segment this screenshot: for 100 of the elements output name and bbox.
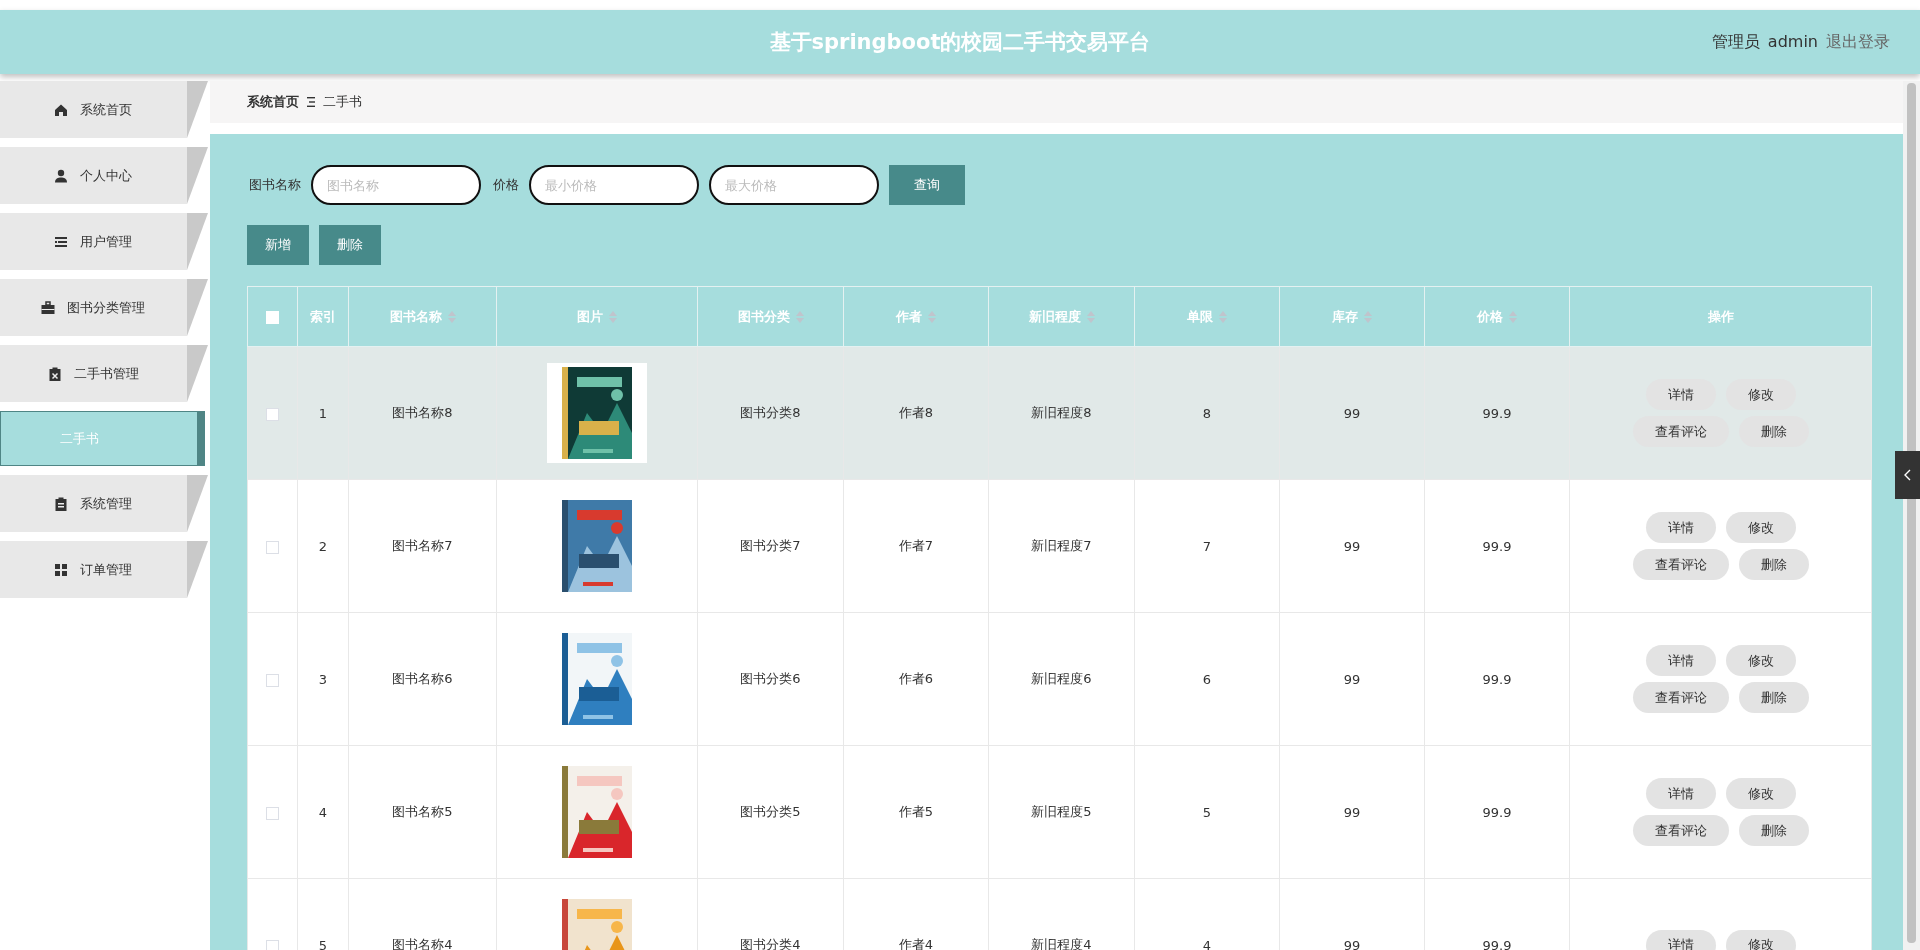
table-cell: 4 bbox=[1202, 937, 1212, 950]
sidebar-item[interactable]: 系统首页 bbox=[0, 81, 208, 138]
action-button[interactable]: 删除 bbox=[319, 225, 381, 265]
search-button[interactable]: 查询 bbox=[889, 165, 965, 205]
checkbox[interactable] bbox=[266, 939, 279, 950]
row-action-button[interactable]: 查看评论 bbox=[1632, 815, 1729, 846]
row-action-button[interactable]: 详情 bbox=[1645, 929, 1716, 950]
logout-link[interactable]: 退出登录 bbox=[1826, 10, 1890, 74]
table-cell: 99.9 bbox=[1482, 937, 1512, 950]
table-cell: 图书分类7 bbox=[740, 538, 801, 553]
site-title: 基于springboot的校园二手书交易平台 bbox=[769, 30, 1151, 54]
sort-icon[interactable] bbox=[447, 310, 456, 323]
table-cell: 图书名称5 bbox=[392, 804, 453, 819]
row-action-button[interactable]: 查看评论 bbox=[1632, 549, 1729, 580]
row-action-button[interactable]: 详情 bbox=[1645, 512, 1716, 543]
row-action-button[interactable]: 详情 bbox=[1645, 778, 1716, 809]
side-toggle-button[interactable] bbox=[1895, 451, 1920, 499]
table-cell: 作者5 bbox=[898, 804, 934, 819]
search-field[interactable]: 图书名称 bbox=[311, 165, 481, 205]
sort-icon[interactable] bbox=[1509, 310, 1517, 323]
clipboard-x-icon bbox=[47, 366, 62, 381]
scrollbar[interactable] bbox=[1903, 81, 1920, 950]
table-cell: 新旧程度6 bbox=[1031, 671, 1092, 686]
table-cell: 8 bbox=[1202, 405, 1212, 421]
table-cell: 7 bbox=[1202, 538, 1212, 554]
table-cell: 新旧程度5 bbox=[1031, 804, 1092, 819]
row-action-button[interactable]: 查看评论 bbox=[1632, 416, 1729, 447]
sort-icon[interactable] bbox=[1219, 310, 1227, 323]
separator-icon bbox=[307, 97, 315, 107]
table-cell: 新旧程度8 bbox=[1031, 405, 1092, 420]
sort-icon[interactable] bbox=[928, 310, 936, 323]
table-cell: 99.9 bbox=[1482, 405, 1512, 421]
table-cell: 5 bbox=[318, 937, 328, 950]
column-header: 操作 bbox=[1707, 307, 1734, 326]
table-cell: 作者4 bbox=[898, 937, 934, 950]
user-icon bbox=[54, 168, 68, 183]
row-action-button[interactable]: 修改 bbox=[1725, 645, 1796, 676]
row-action-button[interactable]: 修改 bbox=[1725, 512, 1796, 543]
checkbox[interactable] bbox=[266, 407, 279, 421]
sort-icon[interactable] bbox=[1364, 310, 1372, 323]
sidebar-item[interactable]: 图书分类管理 bbox=[0, 279, 208, 336]
table-cell: 作者8 bbox=[898, 405, 934, 420]
table-cell: 图书分类5 bbox=[740, 804, 801, 819]
row-action-button[interactable]: 详情 bbox=[1645, 379, 1716, 410]
table-cell: 99 bbox=[1343, 937, 1361, 950]
user-name: admin bbox=[1767, 31, 1818, 53]
row-action-button[interactable]: 删除 bbox=[1738, 815, 1809, 846]
table-cell: 图书分类8 bbox=[740, 405, 801, 420]
table-cell: 图书分类6 bbox=[740, 671, 801, 686]
sidebar-item[interactable]: 系统管理 bbox=[0, 475, 208, 532]
table-cell: 图书名称4 bbox=[392, 937, 453, 950]
briefcase-icon bbox=[41, 300, 55, 315]
table-cell: 作者7 bbox=[898, 538, 934, 553]
search-field[interactable]: 最大价格 bbox=[709, 165, 879, 205]
table-cell: 99.9 bbox=[1482, 538, 1512, 554]
table-cell: 图书分类4 bbox=[740, 937, 801, 950]
row-action-button[interactable]: 详情 bbox=[1645, 645, 1716, 676]
chevron-left-icon bbox=[1903, 469, 1912, 481]
table-cell: 99.9 bbox=[1482, 671, 1512, 687]
table-cell: 图书名称7 bbox=[392, 538, 453, 553]
row-action-button[interactable]: 删除 bbox=[1738, 682, 1809, 713]
checkbox[interactable] bbox=[266, 806, 279, 820]
row-action-button[interactable]: 删除 bbox=[1738, 416, 1809, 447]
breadcrumb-item: 二手书 bbox=[323, 93, 362, 111]
grid-icon bbox=[54, 562, 68, 577]
sort-icon[interactable] bbox=[795, 310, 804, 323]
table-cell: 新旧程度4 bbox=[1031, 937, 1092, 950]
table-cell: 作者6 bbox=[898, 671, 934, 686]
table-cell: 3 bbox=[318, 671, 328, 687]
row-action-button[interactable]: 删除 bbox=[1738, 549, 1809, 580]
list-icon bbox=[54, 234, 68, 249]
table-cell: 99 bbox=[1343, 538, 1361, 554]
sidebar-item[interactable]: 个人中心 bbox=[0, 147, 208, 204]
table-cell: 2 bbox=[318, 538, 328, 554]
table-cell: 新旧程度7 bbox=[1031, 538, 1092, 553]
sort-icon[interactable] bbox=[609, 310, 617, 323]
clipboard-icon bbox=[54, 496, 68, 511]
home-icon bbox=[54, 102, 68, 117]
table-cell: 图书名称8 bbox=[392, 405, 453, 420]
table-cell: 4 bbox=[318, 804, 328, 820]
row-action-button[interactable]: 修改 bbox=[1725, 778, 1796, 809]
table-cell: 6 bbox=[1202, 671, 1212, 687]
table-cell: 1 bbox=[318, 405, 328, 421]
table-cell: 图书名称6 bbox=[392, 671, 453, 686]
sidebar-item[interactable]: 二手书管理 bbox=[0, 345, 208, 402]
table-cell: 5 bbox=[1202, 804, 1212, 820]
search-field[interactable]: 最小价格 bbox=[529, 165, 699, 205]
sidebar-item[interactable]: 订单管理 bbox=[0, 541, 208, 598]
table-cell: 99 bbox=[1343, 671, 1361, 687]
row-action-button[interactable]: 查看评论 bbox=[1632, 682, 1729, 713]
sidebar-item[interactable]: 用户管理 bbox=[0, 213, 208, 270]
column-header: 索引 bbox=[310, 307, 336, 326]
row-action-button[interactable]: 修改 bbox=[1725, 379, 1796, 410]
action-button[interactable]: 新增 bbox=[247, 225, 309, 265]
checkbox[interactable] bbox=[266, 540, 279, 554]
field-label: 价格 bbox=[493, 176, 519, 194]
table-cell: 99 bbox=[1343, 405, 1361, 421]
breadcrumb-item[interactable]: 系统首页 bbox=[247, 93, 299, 111]
sort-icon[interactable] bbox=[1086, 310, 1095, 323]
checkbox[interactable] bbox=[266, 673, 279, 687]
